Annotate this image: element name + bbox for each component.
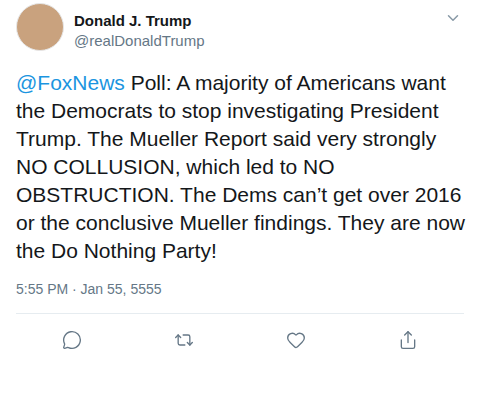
chevron-down-icon[interactable] <box>444 9 462 27</box>
reply-icon <box>62 330 82 350</box>
tweet-header: Donald J. Trump@realDonaldTrump <box>0 0 480 51</box>
divider <box>16 313 464 314</box>
timestamp[interactable]: 5:55 PM · Jan 55, 5555 <box>0 279 480 299</box>
tweet-text-segment: Poll: A majority of Americans want the D… <box>16 71 465 262</box>
reply-button[interactable] <box>52 324 92 356</box>
like-button[interactable] <box>276 324 316 356</box>
retweet-icon <box>174 330 194 350</box>
tweet-card: Donald J. Trump@realDonaldTrump @FoxNews … <box>0 0 480 410</box>
author-name[interactable]: Donald J. Trump <box>74 11 205 31</box>
share-button[interactable] <box>388 324 428 356</box>
action-bar <box>0 314 480 366</box>
like-icon <box>286 330 306 350</box>
share-icon <box>398 330 418 350</box>
tweet-text: @FoxNews Poll: A majority of Americans w… <box>0 69 480 265</box>
author: Donald J. Trump@realDonaldTrump <box>74 3 205 51</box>
retweet-button[interactable] <box>164 324 204 356</box>
author-handle[interactable]: @realDonaldTrump <box>74 31 205 51</box>
mention-link[interactable]: @FoxNews <box>16 71 125 94</box>
avatar[interactable] <box>16 3 64 51</box>
